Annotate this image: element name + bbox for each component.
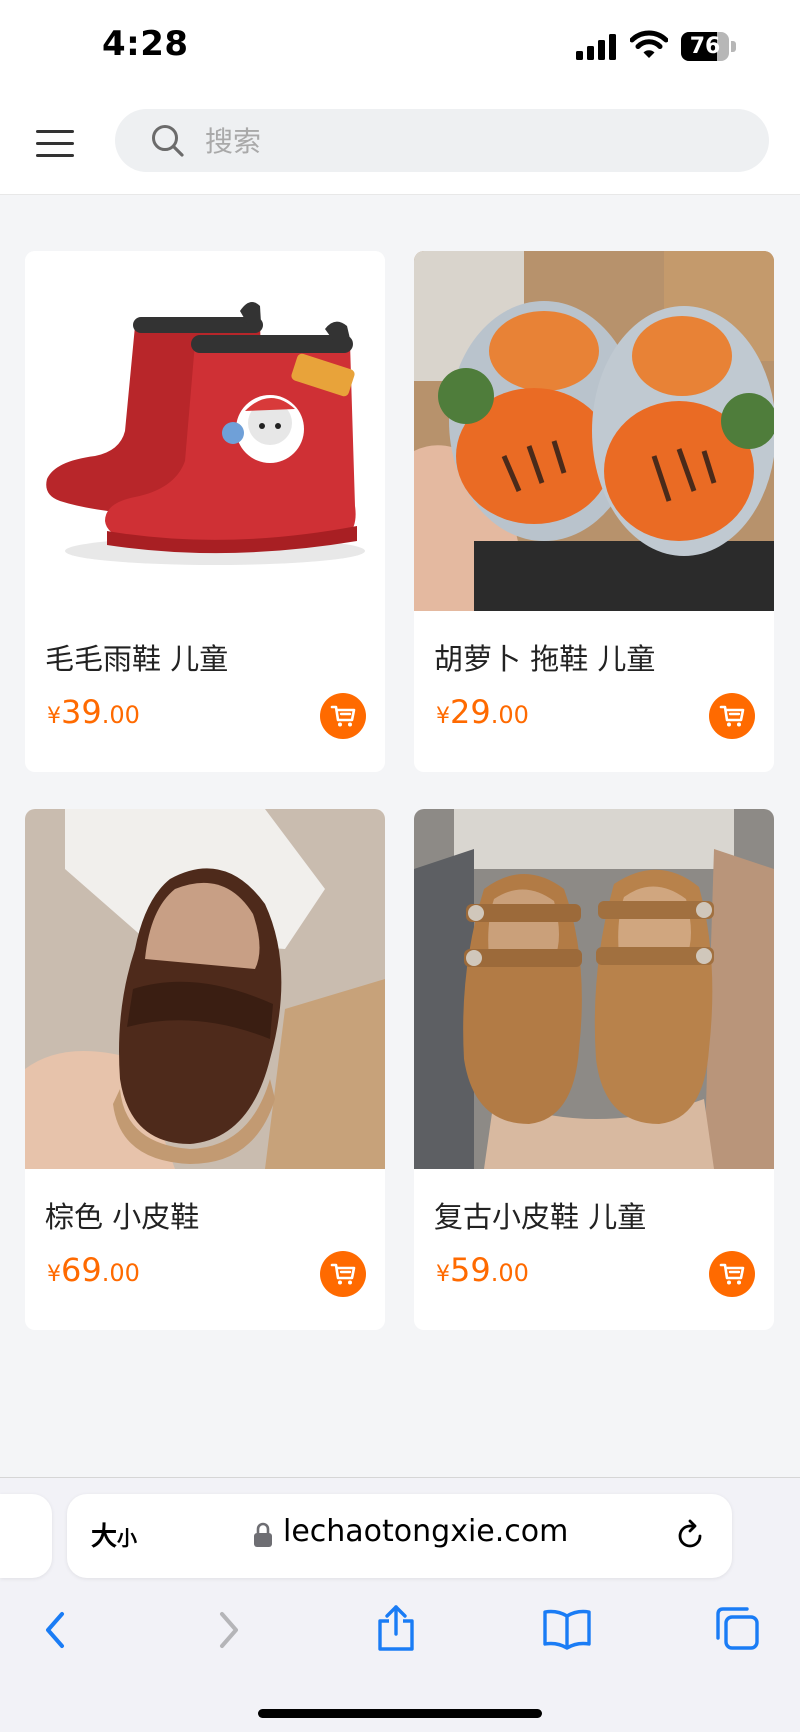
home-indicator[interactable] bbox=[258, 1709, 542, 1718]
add-to-cart-button[interactable] bbox=[320, 693, 366, 739]
status-time: 4:28 bbox=[102, 24, 189, 64]
product-price: ¥69.00 bbox=[47, 1251, 140, 1289]
product-image-carrot-plush-slippers[interactable] bbox=[414, 251, 774, 611]
product-grid: 毛毛雨鞋 儿童 ¥39.00 胡萝卜 拖鞋 儿童 ¥29.00 棕色 小皮鞋 ¥… bbox=[0, 219, 800, 1424]
status-bar: 4:28 76 bbox=[0, 0, 800, 94]
cellular-signal-icon bbox=[576, 34, 616, 60]
tabs-icon[interactable] bbox=[714, 1605, 760, 1651]
reload-icon[interactable] bbox=[673, 1519, 707, 1553]
product-price: ¥39.00 bbox=[47, 693, 140, 731]
previous-tab-preview[interactable] bbox=[0, 1494, 52, 1578]
product-content: 毛毛雨鞋 儿童 ¥39.00 胡萝卜 拖鞋 儿童 ¥29.00 棕色 小皮鞋 ¥… bbox=[0, 195, 800, 1477]
search-input[interactable] bbox=[203, 109, 727, 174]
cart-icon bbox=[330, 705, 356, 727]
search-icon bbox=[152, 125, 184, 157]
site-header bbox=[0, 94, 800, 195]
back-icon[interactable] bbox=[40, 1608, 70, 1652]
browser-toolbar: 大小 lechaotongxie.com bbox=[0, 1477, 800, 1732]
product-image-red-rain-boots[interactable] bbox=[25, 251, 385, 611]
product-image-tan-mary-jane-shoes[interactable] bbox=[414, 809, 774, 1169]
cart-icon bbox=[330, 1263, 356, 1285]
address-bar[interactable]: 大小 lechaotongxie.com bbox=[67, 1494, 732, 1578]
product-card[interactable]: 复古小皮鞋 儿童 ¥59.00 bbox=[414, 809, 774, 1330]
product-card[interactable]: 棕色 小皮鞋 ¥69.00 bbox=[25, 809, 385, 1330]
bookmarks-icon[interactable] bbox=[542, 1608, 592, 1650]
battery-percent: 76 bbox=[689, 34, 721, 59]
add-to-cart-button[interactable] bbox=[320, 1251, 366, 1297]
page-settings-button[interactable]: 大小 bbox=[91, 1516, 137, 1553]
url-text[interactable]: lechaotongxie.com bbox=[283, 1514, 568, 1549]
product-price: ¥29.00 bbox=[436, 693, 529, 731]
cart-icon bbox=[719, 1263, 745, 1285]
product-title[interactable]: 毛毛雨鞋 儿童 bbox=[45, 636, 228, 678]
lock-icon bbox=[254, 1522, 272, 1547]
battery-icon: 76 bbox=[681, 32, 737, 61]
product-card[interactable]: 胡萝卜 拖鞋 儿童 ¥29.00 bbox=[414, 251, 774, 772]
forward-icon[interactable] bbox=[214, 1608, 244, 1652]
product-title[interactable]: 胡萝卜 拖鞋 儿童 bbox=[434, 636, 655, 678]
wifi-icon bbox=[630, 30, 668, 58]
add-to-cart-button[interactable] bbox=[709, 1251, 755, 1297]
product-card[interactable]: 毛毛雨鞋 儿童 ¥39.00 bbox=[25, 251, 385, 772]
menu-icon[interactable] bbox=[34, 122, 78, 166]
product-title[interactable]: 棕色 小皮鞋 bbox=[45, 1194, 199, 1236]
product-image-brown-leather-shoe[interactable] bbox=[25, 809, 385, 1169]
share-icon[interactable] bbox=[376, 1604, 416, 1652]
product-price: ¥59.00 bbox=[436, 1251, 529, 1289]
product-title[interactable]: 复古小皮鞋 儿童 bbox=[434, 1194, 646, 1236]
cart-icon bbox=[719, 705, 745, 727]
add-to-cart-button[interactable] bbox=[709, 693, 755, 739]
search-bar[interactable] bbox=[115, 109, 769, 174]
